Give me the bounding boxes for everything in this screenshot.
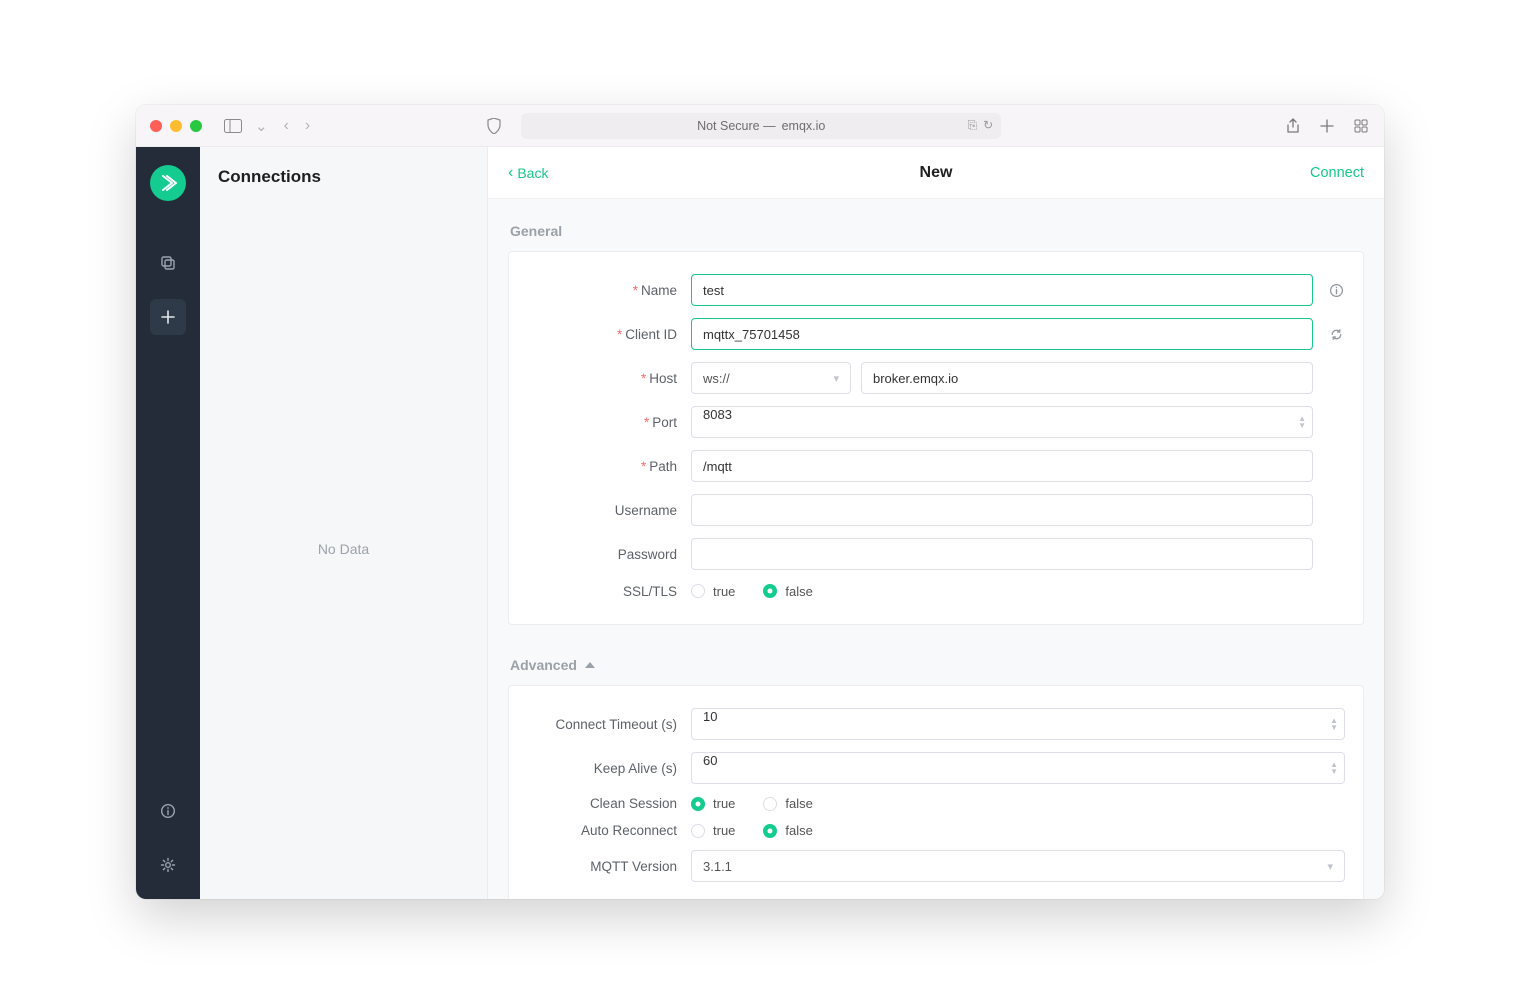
maximize-window-button[interactable] (190, 120, 202, 132)
connections-sidebar: Connections No Data (200, 147, 488, 899)
window-controls (150, 120, 202, 132)
label-host: Host (649, 371, 677, 386)
app-logo[interactable] (150, 165, 186, 201)
titlebar-right-group (1284, 117, 1370, 135)
name-info-icon[interactable] (1327, 283, 1345, 298)
username-input[interactable] (691, 494, 1313, 526)
ssl-true-radio[interactable]: true (691, 584, 735, 599)
label-auto-reconnect: Auto Reconnect (581, 823, 677, 838)
client-id-input[interactable] (691, 318, 1313, 350)
clean-session-radio-group: true false (691, 796, 813, 811)
sidebar-toggle-icon[interactable] (224, 117, 242, 135)
sidebar-toggle-group: ⌄ ‹ › (224, 117, 313, 135)
section-advanced-label[interactable]: Advanced (508, 651, 1364, 685)
nav-info-button[interactable] (150, 793, 186, 829)
browser-titlebar: ⌄ ‹ › Not Secure — emqx.io ⎘ ↻ (136, 105, 1384, 147)
port-value: 8083 (703, 407, 732, 422)
label-keep-alive: Keep Alive (s) (594, 761, 677, 776)
nav-new-connection-button[interactable] (150, 299, 186, 335)
main-panel: ‹ Back New Connect General *Name (488, 147, 1384, 899)
sidebar-empty-state: No Data (200, 199, 487, 899)
nav-rail (136, 147, 200, 899)
ssl-radio-group: true false (691, 584, 813, 599)
stepper-icon[interactable]: ▲▼ (1330, 717, 1338, 731)
section-general-label: General (508, 217, 1364, 251)
connect-button[interactable]: Connect (1310, 165, 1364, 181)
address-host-label: emqx.io (782, 119, 826, 133)
clean-session-false-radio[interactable]: false (763, 796, 812, 811)
connect-timeout-input[interactable]: 10 ▲▼ (691, 708, 1345, 740)
reload-icon[interactable]: ↻ (983, 118, 993, 133)
host-input[interactable] (861, 362, 1313, 394)
main-header: ‹ Back New Connect (488, 147, 1384, 199)
connect-timeout-value: 10 (703, 709, 717, 724)
auto-reconnect-false-radio[interactable]: false (763, 823, 812, 838)
stepper-icon[interactable]: ▲▼ (1330, 761, 1338, 775)
chevron-down-icon: ▾ (833, 372, 839, 385)
ssl-false-radio[interactable]: false (763, 584, 812, 599)
name-input[interactable] (691, 274, 1313, 306)
new-tab-icon[interactable] (1318, 117, 1336, 135)
advanced-card: Connect Timeout (s) 10 ▲▼ Keep Alive (s) (508, 685, 1364, 899)
label-connect-timeout: Connect Timeout (s) (555, 717, 677, 732)
close-window-button[interactable] (150, 120, 162, 132)
nav-copy-button[interactable] (150, 245, 186, 281)
path-input[interactable] (691, 450, 1313, 482)
reader-icon[interactable]: ⎘ (968, 118, 978, 133)
refresh-client-id-icon[interactable] (1327, 327, 1345, 342)
password-input[interactable] (691, 538, 1313, 570)
nav-forward-icon[interactable]: › (302, 117, 313, 135)
back-button[interactable]: ‹ Back (508, 165, 548, 181)
label-path: Path (649, 459, 677, 474)
label-name: Name (641, 283, 677, 298)
tab-overview-icon[interactable] (1352, 117, 1370, 135)
mqtt-version-value: 3.1.1 (703, 859, 732, 874)
share-icon[interactable] (1284, 117, 1302, 135)
page-title: New (488, 164, 1384, 182)
form-scroll-area[interactable]: General *Name *Client ID (488, 199, 1384, 899)
chevron-down-icon[interactable]: ⌄ (252, 117, 271, 135)
minimize-window-button[interactable] (170, 120, 182, 132)
label-clean-session: Clean Session (590, 796, 677, 811)
mqtt-version-select[interactable]: 3.1.1 ▾ (691, 850, 1345, 882)
chevron-down-icon: ▾ (1327, 860, 1333, 873)
app-body: Connections No Data ‹ Back New Connect G… (136, 147, 1384, 899)
label-mqtt-version: MQTT Version (590, 859, 677, 874)
safari-window: ⌄ ‹ › Not Secure — emqx.io ⎘ ↻ (136, 105, 1384, 899)
sidebar-title: Connections (200, 147, 487, 199)
label-client-id: Client ID (625, 327, 677, 342)
address-bar[interactable]: Not Secure — emqx.io ⎘ ↻ (521, 113, 1001, 139)
stepper-icon[interactable]: ▲▼ (1298, 415, 1306, 429)
port-input[interactable]: 8083 ▲▼ (691, 406, 1313, 438)
keep-alive-value: 60 (703, 753, 717, 768)
chevron-left-icon: ‹ (508, 165, 513, 181)
back-label: Back (517, 165, 548, 181)
label-ssl: SSL/TLS (623, 584, 677, 599)
label-username: Username (615, 503, 677, 518)
privacy-shield-icon[interactable] (485, 117, 503, 135)
label-port: Port (652, 415, 677, 430)
nav-back-icon[interactable]: ‹ (281, 117, 292, 135)
label-password: Password (618, 547, 677, 562)
scheme-value: ws:// (703, 371, 730, 386)
caret-up-icon (585, 662, 595, 668)
address-security-label: Not Secure — (697, 119, 776, 133)
clean-session-true-radio[interactable]: true (691, 796, 735, 811)
auto-reconnect-radio-group: true false (691, 823, 813, 838)
auto-reconnect-true-radio[interactable]: true (691, 823, 735, 838)
general-card: *Name *Client ID (508, 251, 1364, 625)
scheme-select[interactable]: ws:// ▾ (691, 362, 851, 394)
nav-settings-button[interactable] (150, 847, 186, 883)
keep-alive-input[interactable]: 60 ▲▼ (691, 752, 1345, 784)
